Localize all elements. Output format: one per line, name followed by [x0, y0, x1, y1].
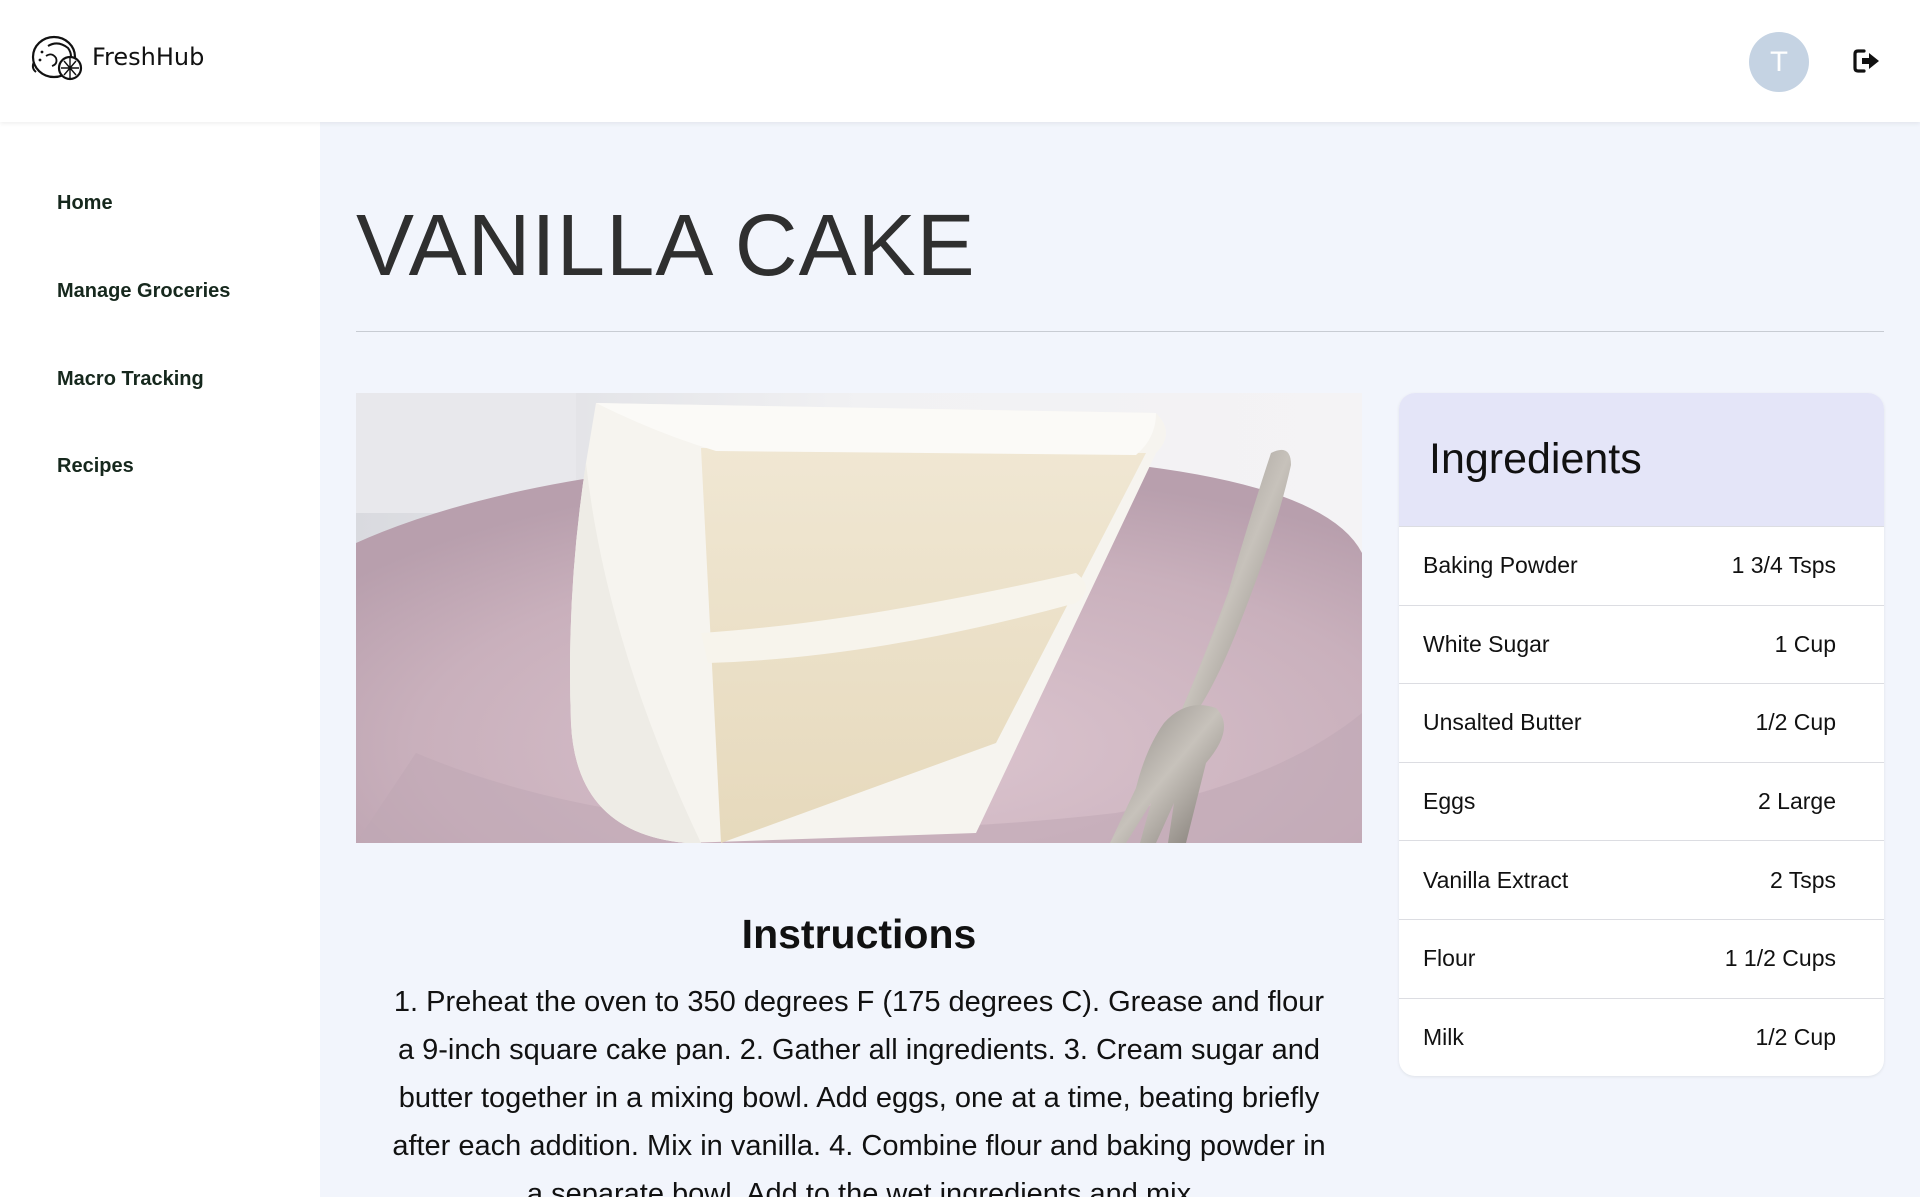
ingredient-row: Baking Powder 1 3/4 Tsps	[1399, 526, 1884, 605]
ingredients-title: Ingredients	[1429, 435, 1642, 483]
sidebar-item-macro-tracking[interactable]: Macro Tracking	[57, 368, 204, 391]
ingredient-name: Unsalted Butter	[1423, 709, 1582, 736]
ingredient-name: Eggs	[1423, 788, 1476, 815]
ingredient-name: Vanilla Extract	[1423, 866, 1569, 893]
page-title: VANILLA CAKE	[356, 197, 976, 294]
ingredient-row: Vanilla Extract 2 Tsps	[1399, 840, 1884, 919]
avatar[interactable]: T	[1749, 32, 1809, 92]
ingredient-row: White Sugar 1 Cup	[1399, 604, 1884, 684]
top-bar: FreshHub T	[0, 0, 1920, 122]
ingredient-amount: 1 3/4 Tsps	[1731, 552, 1836, 579]
ingredient-name: White Sugar	[1423, 630, 1550, 657]
ingredient-row: Eggs 2 Large	[1399, 761, 1884, 841]
ingredient-amount: 1/2 Cup	[1755, 1023, 1836, 1050]
instructions-title: Instructions	[741, 911, 977, 957]
cake-slice-illustration	[356, 393, 1362, 843]
sidebar-item-manage-groceries[interactable]: Manage Groceries	[57, 280, 230, 303]
ingredient-name: Flour	[1423, 945, 1476, 972]
brand-name: FreshHub	[92, 43, 205, 71]
main-content: VANILLA CAKE Instructions 1. Preheat the…	[320, 122, 1920, 1197]
sidebar: Home Manage Groceries Macro Tracking Rec…	[0, 122, 320, 1197]
brand[interactable]: FreshHub	[28, 32, 204, 82]
ingredient-amount: 2 Large	[1757, 788, 1836, 815]
sidebar-item-recipes[interactable]: Recipes	[57, 455, 134, 478]
ingredient-name: Baking Powder	[1423, 552, 1578, 579]
lemon-logo-icon	[31, 35, 83, 81]
ingredients-header: Ingredients	[1399, 393, 1884, 526]
logout-icon[interactable]	[1853, 48, 1881, 74]
title-divider	[356, 331, 1884, 332]
ingredient-amount: 2 Tsps	[1769, 866, 1836, 893]
ingredient-row: Milk 1/2 Cup	[1399, 997, 1884, 1076]
ingredient-amount: 1/2 Cup	[1755, 709, 1836, 736]
ingredient-amount: 1 1/2 Cups	[1724, 945, 1836, 972]
ingredient-name: Milk	[1423, 1023, 1464, 1050]
ingredients-card: Ingredients Baking Powder 1 3/4 Tsps Whi…	[1399, 393, 1884, 1076]
sidebar-item-home[interactable]: Home	[57, 192, 113, 215]
ingredient-row: Flour 1 1/2 Cups	[1399, 918, 1884, 998]
ingredient-amount: 1 Cup	[1774, 630, 1836, 657]
ingredient-row: Unsalted Butter 1/2 Cup	[1399, 683, 1884, 762]
recipe-image	[356, 393, 1362, 843]
instructions-text: 1. Preheat the oven to 350 degrees F (17…	[392, 986, 1326, 1197]
